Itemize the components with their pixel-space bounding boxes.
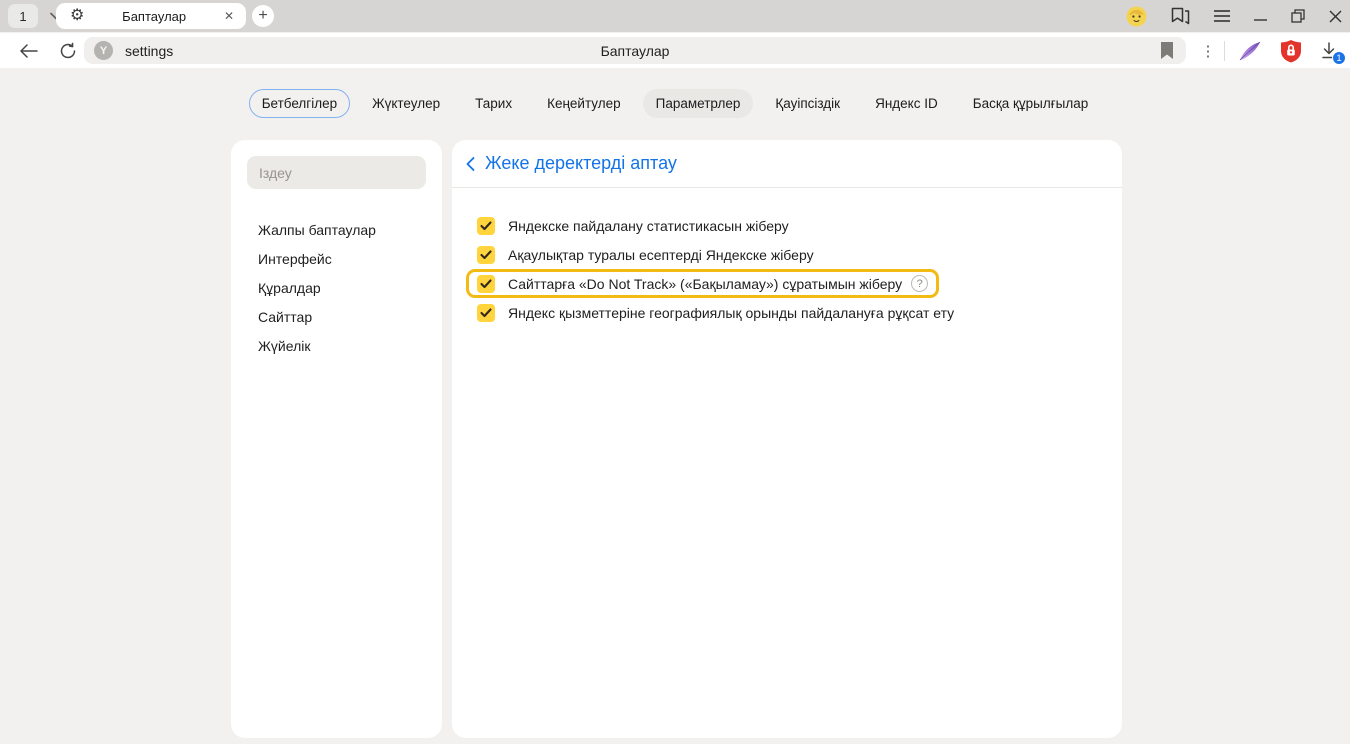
tab-group-counter[interactable]: 1 (8, 4, 38, 28)
privacy-options-list: Яндекске пайдалану статистикасын жіберу … (452, 188, 1122, 327)
checkbox-label: Яндекс қызметтеріне географиялық орынды … (508, 305, 954, 321)
browser-window: 1 ⚙ Баптаулар ✕ + (0, 0, 1350, 744)
checkbox-checked-icon[interactable] (477, 304, 495, 322)
checkbox-label: Ақаулықтар туралы есептерді Яндекске жіб… (508, 247, 814, 263)
restore-icon[interactable] (1291, 9, 1305, 23)
sidebar-item-tools[interactable]: Құралдар (258, 273, 426, 302)
protect-icon[interactable]: Y (94, 41, 113, 60)
nav-tab-yandex-id[interactable]: Яндекс ID (862, 89, 951, 118)
nav-tab-security[interactable]: Қауіпсіздік (762, 89, 853, 118)
feather-extension-icon[interactable] (1237, 39, 1263, 63)
checkbox-checked-icon[interactable] (477, 275, 495, 293)
nav-tab-extensions[interactable]: Кеңейтулер (534, 89, 634, 118)
settings-sidebar: Жалпы баптаулар Интерфейс Құралдар Сайтт… (231, 140, 442, 738)
tab-strip: 1 ⚙ Баптаулар ✕ + (0, 0, 1350, 32)
checkbox-row-do-not-track[interactable]: Сайттарға «Do Not Track» («Бақыламау») с… (466, 269, 939, 298)
tab-title: Баптаулар (84, 9, 224, 24)
page-title: Баптаулар (84, 43, 1186, 59)
sidebar-item-sites[interactable]: Сайттар (258, 302, 426, 331)
browser-tab-settings[interactable]: ⚙ Баптаулар ✕ (56, 3, 246, 29)
adblock-shield-icon[interactable] (1278, 39, 1304, 63)
sidebar-menu: Жалпы баптаулар Интерфейс Құралдар Сайтт… (247, 215, 426, 360)
download-count-badge: 1 (1332, 51, 1346, 65)
bookmark-icon[interactable] (1160, 42, 1174, 64)
more-options-icon[interactable]: ⋮ (1198, 39, 1218, 63)
window-controls (1126, 0, 1342, 32)
back-chevron-icon[interactable] (466, 157, 475, 171)
nav-tab-history[interactable]: Тарих (462, 89, 525, 118)
checkbox-row-crash-reports[interactable]: Ақаулықтар туралы есептерді Яндекске жіб… (466, 240, 825, 269)
user-avatar[interactable] (1126, 6, 1147, 27)
address-toolbar: Y settings Баптаулар ⋮ (0, 33, 1350, 68)
new-tab-button[interactable]: + (252, 5, 274, 27)
sidebar-item-system[interactable]: Жүйелік (258, 331, 426, 360)
minimize-icon[interactable] (1254, 10, 1267, 23)
nav-tab-downloads[interactable]: Жүктеулер (359, 89, 453, 118)
section-header[interactable]: Жеке деректерді аптау (452, 140, 1122, 188)
sidebar-item-general[interactable]: Жалпы баптаулар (258, 215, 426, 244)
search-input[interactable] (247, 156, 426, 189)
checkbox-row-geolocation[interactable]: Яндекс қызметтеріне географиялық орынды … (466, 298, 965, 327)
reload-icon[interactable] (56, 39, 80, 63)
tab-close-icon[interactable]: ✕ (224, 9, 234, 23)
back-icon[interactable] (16, 39, 40, 63)
checkbox-label: Яндекске пайдалану статистикасын жіберу (508, 218, 789, 234)
sidebar-item-interface[interactable]: Интерфейс (258, 244, 426, 273)
help-icon[interactable]: ? (911, 275, 928, 292)
side-panels-icon[interactable] (1171, 7, 1190, 25)
address-bar[interactable]: Y settings Баптаулар (84, 37, 1186, 64)
settings-nav: Бетбелгілер Жүктеулер Тарих Кеңейтулер П… (0, 89, 1350, 118)
toolbar-divider (1224, 41, 1225, 61)
settings-content: Жеке деректерді аптау Яндекске пайдалану… (452, 140, 1122, 738)
checkbox-row-usage-statistics[interactable]: Яндекске пайдалану статистикасын жіберу (466, 211, 800, 240)
downloads-icon[interactable]: 1 (1316, 39, 1342, 63)
url-text[interactable]: settings (125, 43, 173, 59)
menu-icon[interactable] (1214, 10, 1230, 22)
checkbox-checked-icon[interactable] (477, 217, 495, 235)
settings-gear-icon: ⚙ (70, 8, 84, 24)
checkbox-checked-icon[interactable] (477, 246, 495, 264)
checkbox-label: Сайттарға «Do Not Track» («Бақыламау») с… (508, 276, 902, 292)
nav-tab-bookmarks[interactable]: Бетбелгілер (249, 89, 350, 118)
section-title: Жеке деректерді аптау (485, 153, 677, 174)
nav-tab-settings[interactable]: Параметрлер (643, 89, 754, 118)
close-window-icon[interactable] (1329, 10, 1342, 23)
nav-tab-other-devices[interactable]: Басқа құрылғылар (960, 89, 1102, 118)
